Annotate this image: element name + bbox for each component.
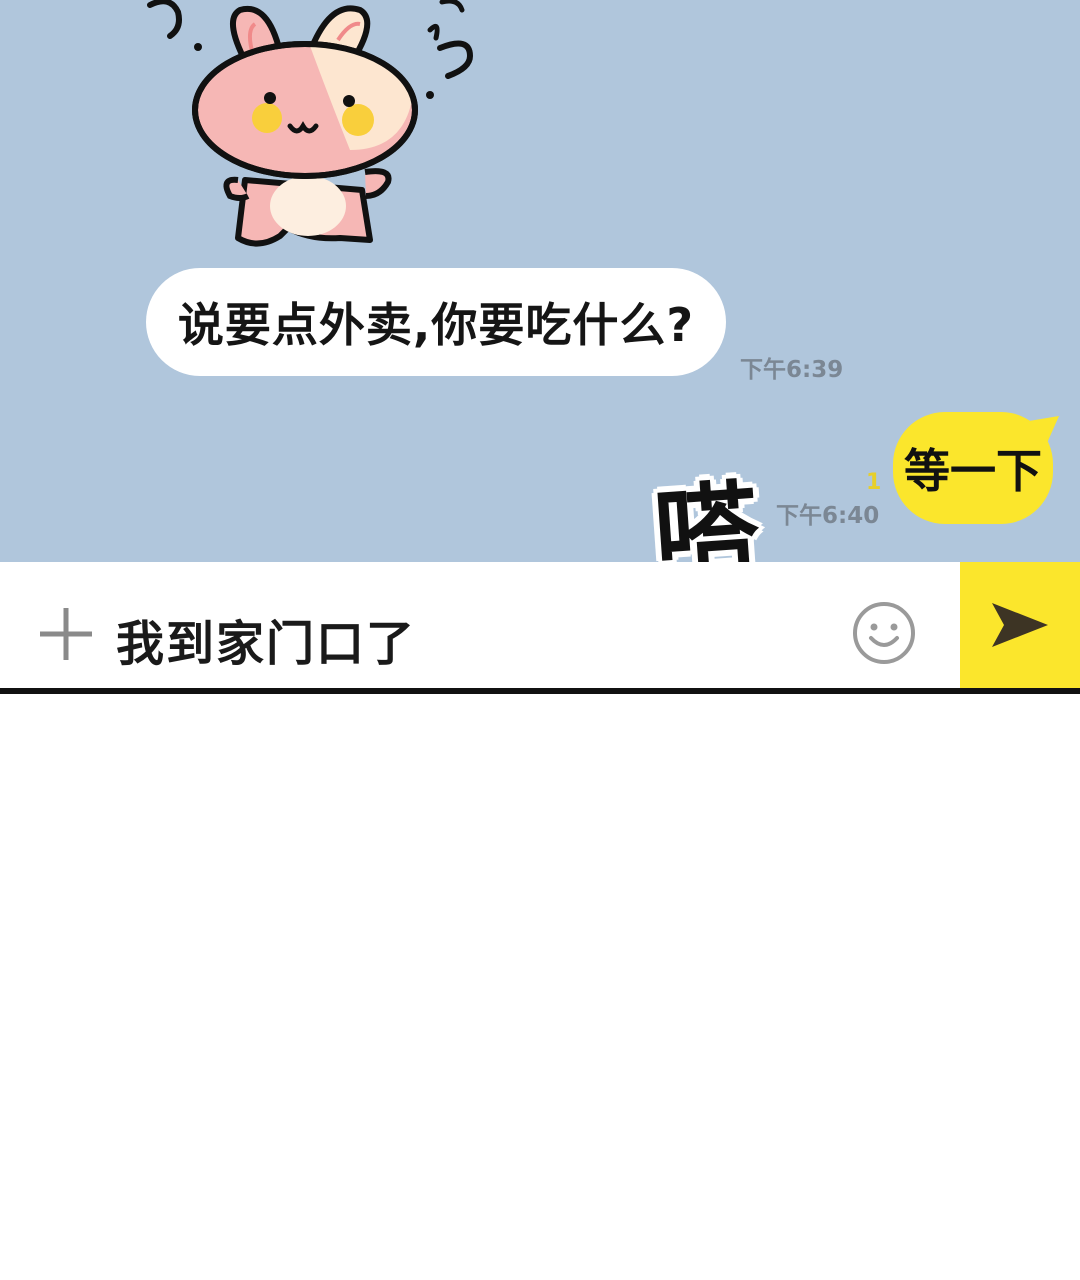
outgoing-message-bubble[interactable]: 等一下: [893, 412, 1061, 524]
sound-effect-text: 嗒: [650, 468, 763, 562]
incoming-message-bubble[interactable]: 说要点外卖,你要吃什么?: [146, 268, 726, 376]
outgoing-message-text: 等一下: [904, 444, 1042, 498]
send-button[interactable]: [960, 562, 1080, 688]
incoming-message-text: 说要点外卖,你要吃什么?: [177, 298, 695, 352]
outgoing-message-time: 下午6:40: [776, 503, 880, 529]
blank-panel-area: [0, 694, 1080, 1280]
send-arrow-icon: [992, 603, 1048, 647]
unread-count: 1: [866, 470, 882, 495]
plus-icon[interactable]: [38, 606, 94, 662]
smiley-icon[interactable]: [851, 600, 917, 666]
chat-area[interactable]: 说要点外卖,你要吃什么? 下午6:39 1 下午6:40 等一下 嗒: [0, 0, 1080, 562]
bunny-sticker: [147, 0, 474, 247]
message-input[interactable]: 我到家门口了: [116, 604, 416, 674]
incoming-message-time: 下午6:39: [740, 357, 844, 383]
